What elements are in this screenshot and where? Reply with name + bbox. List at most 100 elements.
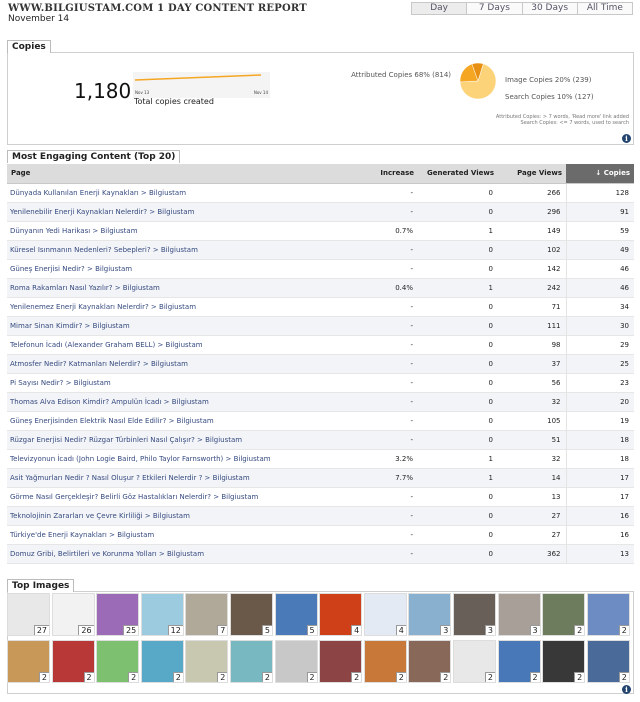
row-page-link[interactable]: Pi Sayısı Nedir? > Bilgiustam [7, 373, 330, 393]
row-page-views: 56 [498, 373, 566, 393]
image-thumbnail[interactable]: 3 [453, 593, 496, 636]
image-thumbnail[interactable]: 3 [408, 593, 452, 636]
range-tab-30-days[interactable]: 30 Days [521, 3, 577, 14]
image-thumbnail[interactable]: 3 [497, 593, 541, 636]
table-row: Rüzgar Enerjisi Nedir? Rüzgar Türbinleri… [7, 430, 634, 450]
table-row: Görme Nasıl Gerçekleşir? Belirli Göz Has… [7, 487, 634, 507]
row-increase: - [330, 544, 418, 564]
row-page-link[interactable]: Atmosfer Nedir? Katmanları Nelerdir? > B… [7, 354, 330, 374]
image-copy-count: 2 [83, 672, 94, 682]
row-copies: 18 [565, 430, 634, 450]
image-thumbnail[interactable]: 2 [274, 640, 318, 683]
col-header-generated-views[interactable]: Generated Views [418, 164, 498, 184]
range-tab-day[interactable]: Day [412, 3, 467, 14]
row-page-link[interactable]: Güneş Enerjisi Nedir? > Bilgiustam [7, 259, 330, 279]
row-page-link[interactable]: Mimar Sinan Kimdir? > Bilgiustam [7, 316, 330, 336]
row-page-link[interactable]: Küresel Isınmanın Nedenleri? Sebepleri? … [7, 240, 330, 260]
image-thumbnail[interactable]: 12 [140, 593, 184, 636]
table-row: Yenilenemez Enerji Kaynakları Nelerdir? … [7, 297, 634, 317]
row-page-link[interactable]: Yenilenebilir Enerji Kaynakları Nelerdir… [7, 202, 330, 222]
row-copies: 91 [565, 202, 634, 222]
info-icon[interactable]: i [622, 685, 631, 694]
row-page-link[interactable]: Rüzgar Enerjisi Nedir? Rüzgar Türbinleri… [7, 430, 330, 450]
row-page-views: 51 [498, 430, 566, 450]
image-thumbnail[interactable]: 4 [363, 593, 407, 636]
row-increase: - [330, 259, 418, 279]
row-page-link[interactable]: Asit Yağmurları Nedir ? Nasıl Oluşur ? E… [7, 468, 330, 488]
table-row: Dünyanın Yedi Harikası > Bilgiustam 0.7% 1… [7, 221, 634, 241]
row-increase: - [330, 240, 418, 260]
row-generated-views: 0 [418, 335, 498, 355]
image-thumbnail[interactable]: 2 [7, 640, 50, 683]
image-thumbnail[interactable]: 2 [542, 593, 586, 636]
range-tab-all-time[interactable]: All Time [576, 3, 632, 14]
row-copies: 25 [565, 354, 634, 374]
image-thumbnail[interactable]: 7 [185, 593, 229, 636]
row-copies: 17 [565, 468, 634, 488]
row-generated-views: 0 [418, 183, 498, 203]
row-page-link[interactable]: Yenilenemez Enerji Kaynakları Nelerdir? … [7, 297, 330, 317]
row-page-views: 71 [498, 297, 566, 317]
image-thumbnail[interactable]: 2 [140, 640, 184, 683]
image-thumbnail[interactable]: 2 [586, 640, 630, 683]
row-page-link[interactable]: Görme Nasıl Gerçekleşir? Belirli Göz Has… [7, 487, 330, 507]
image-thumbnail[interactable]: 2 [96, 640, 140, 683]
row-page-link[interactable]: Roma Rakamları Nasıl Yazılır? > Bilgiust… [7, 278, 330, 298]
image-thumbnail[interactable]: 25 [96, 593, 140, 636]
row-page-views: 266 [498, 183, 566, 203]
image-thumbnail[interactable]: 5 [274, 593, 318, 636]
image-thumbnail[interactable]: 2 [185, 640, 229, 683]
row-copies: 34 [565, 297, 634, 317]
row-increase: - [330, 373, 418, 393]
image-thumbnail[interactable]: 2 [51, 640, 95, 683]
col-header-copies[interactable]: ↓ Copies [566, 164, 634, 184]
table-row: Televizyonun İcadı (John Logie Baird, Ph… [7, 449, 634, 469]
image-copy-count: 2 [128, 672, 139, 682]
col-header-page-views[interactable]: Page Views [498, 164, 566, 184]
col-header-page[interactable]: Page [7, 164, 330, 184]
range-tab-7-days[interactable]: 7 Days [466, 3, 522, 14]
image-copy-count: 2 [574, 625, 585, 635]
row-page-views: 14 [498, 468, 566, 488]
row-page-link[interactable]: Domuz Gribi, Belirtileri ve Korunma Yoll… [7, 544, 330, 564]
row-page-link[interactable]: Teknolojinin Zararları ve Çevre Kirliliğ… [7, 506, 330, 526]
row-page-link[interactable]: Thomas Alva Edison Kimdir? Ampulün İcadı… [7, 392, 330, 412]
image-thumbnail[interactable]: 2 [542, 640, 586, 683]
table-row: Teknolojinin Zararları ve Çevre Kirliliğ… [7, 506, 634, 526]
row-increase: - [330, 430, 418, 450]
image-thumbnail[interactable]: 2 [586, 593, 630, 636]
image-thumbnail[interactable]: 5 [230, 593, 273, 636]
row-page-link[interactable]: Türkiye'de Enerji Kaynakları > Bilgiusta… [7, 525, 330, 545]
image-thumbnail[interactable]: 2 [497, 640, 541, 683]
row-increase: 7.7% [330, 468, 418, 488]
image-copy-count: 5 [306, 625, 317, 635]
image-thumbnail[interactable]: 2 [230, 640, 273, 683]
report-date: November 14 [8, 14, 70, 24]
image-thumbnail[interactable]: 2 [453, 640, 496, 683]
row-page-link[interactable]: Televizyonun İcadı (John Logie Baird, Ph… [7, 449, 330, 469]
image-thumbnail[interactable]: 27 [7, 593, 50, 636]
row-copies: 17 [565, 487, 634, 507]
image-thumbnail[interactable]: 2 [408, 640, 452, 683]
row-increase: - [330, 411, 418, 431]
row-page-link[interactable]: Dünyada Kullanılan Enerji Kaynakları > B… [7, 183, 330, 203]
table-row: Dünyada Kullanılan Enerji Kaynakları > B… [7, 183, 634, 203]
row-page-views: 27 [498, 525, 566, 545]
table-row: Asit Yağmurları Nedir ? Nasıl Oluşur ? E… [7, 468, 634, 488]
image-thumbnail[interactable]: 4 [319, 593, 363, 636]
image-thumbnail[interactable]: 2 [363, 640, 407, 683]
table-row: Roma Rakamları Nasıl Yazılır? > Bilgiust… [7, 278, 634, 298]
col-header-increase[interactable]: Increase [330, 164, 418, 184]
row-generated-views: 0 [418, 411, 498, 431]
image-copy-count: 25 [123, 625, 139, 635]
row-copies: 18 [565, 449, 634, 469]
image-thumbnail[interactable]: 2 [319, 640, 363, 683]
row-page-link[interactable]: Telefonun İcadı (Alexander Graham BELL) … [7, 335, 330, 355]
row-page-link[interactable]: Güneş Enerjisinden Elektrik Nasıl Elde E… [7, 411, 330, 431]
image-copy-count: 2 [440, 672, 451, 682]
row-page-link[interactable]: Dünyanın Yedi Harikası > Bilgiustam [7, 221, 330, 241]
image-thumbnail[interactable]: 26 [51, 593, 95, 636]
image-copy-count: 4 [395, 625, 406, 635]
row-increase: - [330, 487, 418, 507]
info-icon[interactable]: i [622, 134, 631, 143]
